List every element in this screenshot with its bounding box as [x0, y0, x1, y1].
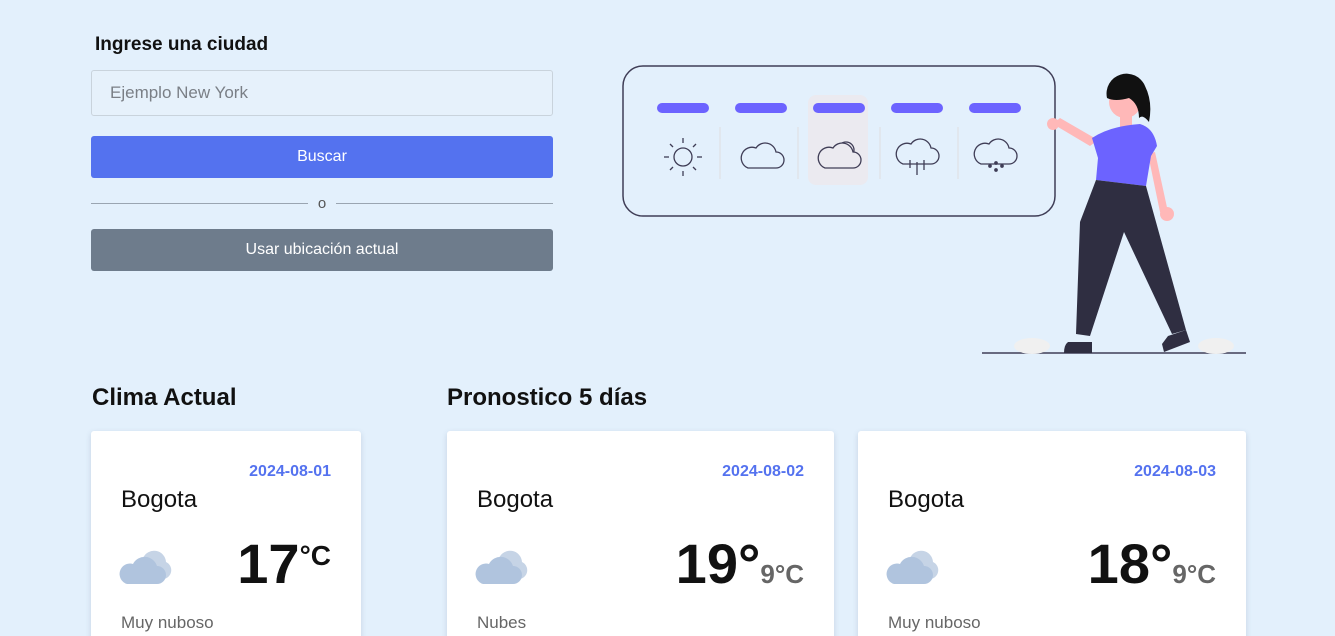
- forecast-card: 2024-08-03 Bogota 18° 9°C Muy nuboso: [858, 431, 1246, 636]
- or-divider: o: [91, 193, 553, 213]
- cloud-icon: [119, 550, 172, 584]
- forecast-bar: [891, 103, 943, 113]
- weather-description: Muy nuboso: [121, 613, 214, 632]
- forecast-title: Pronostico 5 días: [447, 384, 648, 411]
- card-date: 2024-08-01: [249, 463, 331, 480]
- temperature-unit: °C: [299, 540, 331, 571]
- forecast-card: 2024-08-02 Bogota 19° 9°C Nubes: [447, 431, 834, 636]
- current-weather-title: Clima Actual: [92, 384, 237, 411]
- forecast-bar: [735, 103, 787, 113]
- forecast-bar: [969, 103, 1021, 113]
- divider-text: o: [317, 194, 327, 212]
- woman-figure: [1047, 73, 1190, 353]
- card-city: Bogota: [888, 486, 965, 513]
- weather-description: Nubes: [477, 613, 527, 632]
- search-button[interactable]: Buscar: [91, 136, 553, 178]
- forecast-temperature: 19° 9°C: [676, 536, 804, 592]
- temperature-max: 18°: [1087, 532, 1173, 595]
- current-temperature: 17 °C: [237, 536, 331, 592]
- temperature-max: 19°: [675, 532, 761, 595]
- city-input-label: Ingrese una ciudad: [95, 34, 269, 55]
- city-search-input[interactable]: [91, 70, 553, 116]
- forecast-temperature: 18° 9°C: [1088, 536, 1216, 592]
- use-current-location-button[interactable]: Usar ubicación actual: [91, 229, 553, 271]
- temperature-min: 9°C: [760, 559, 804, 589]
- sun-icon: [664, 138, 702, 176]
- card-date: 2024-08-02: [722, 463, 804, 480]
- card-date: 2024-08-03: [1134, 463, 1216, 480]
- forecast-bar: [813, 103, 865, 113]
- divider-line-right: [336, 202, 553, 204]
- temperature-value: 17: [237, 532, 300, 595]
- cloud-icon: [740, 142, 785, 169]
- weather-description: Muy nuboso: [888, 613, 981, 632]
- weather-illustration: [622, 65, 1246, 354]
- temperature-min: 9°C: [1172, 559, 1216, 589]
- divider-line-left: [91, 202, 308, 204]
- current-weather-card: 2024-08-01 Bogota 17 °C Muy nuboso: [91, 431, 361, 636]
- weather-app: Ingrese una ciudad Buscar o Usar ubicaci…: [0, 0, 1335, 636]
- bush-right: [1198, 338, 1234, 354]
- card-city: Bogota: [121, 486, 198, 513]
- bush-left: [1014, 338, 1050, 354]
- card-city: Bogota: [477, 486, 554, 513]
- snow-icon: [973, 138, 1018, 172]
- rain-icon: [895, 138, 940, 175]
- cloud-icon: [886, 550, 939, 584]
- cloud-icon: [475, 550, 528, 584]
- forecast-bar: [657, 103, 709, 113]
